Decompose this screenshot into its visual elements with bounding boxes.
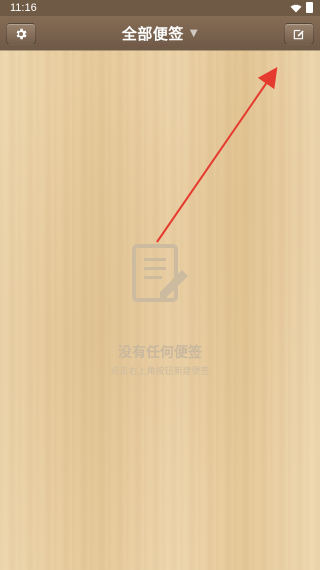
- app-bar: 全部便签 ▼: [0, 16, 320, 50]
- compose-icon: [293, 29, 304, 40]
- empty-subtitle: 点击右上角按钮新建便签: [110, 367, 210, 377]
- empty-state: 没有任何便签 点击右上角按钮新建便签: [0, 232, 320, 382]
- page-title[interactable]: 全部便签 ▼: [0, 16, 320, 50]
- battery-icon: [306, 2, 313, 13]
- new-note-button[interactable]: [284, 23, 314, 45]
- status-bar: 11:16: [0, 0, 320, 16]
- note-edit-icon: [132, 244, 188, 302]
- wifi-icon: [290, 4, 302, 13]
- page-title-text: 全部便签: [121, 24, 184, 43]
- empty-title: 没有任何便签: [118, 345, 202, 361]
- chevron-down-icon: ▼: [189, 27, 199, 39]
- status-time: 11:16: [10, 2, 37, 14]
